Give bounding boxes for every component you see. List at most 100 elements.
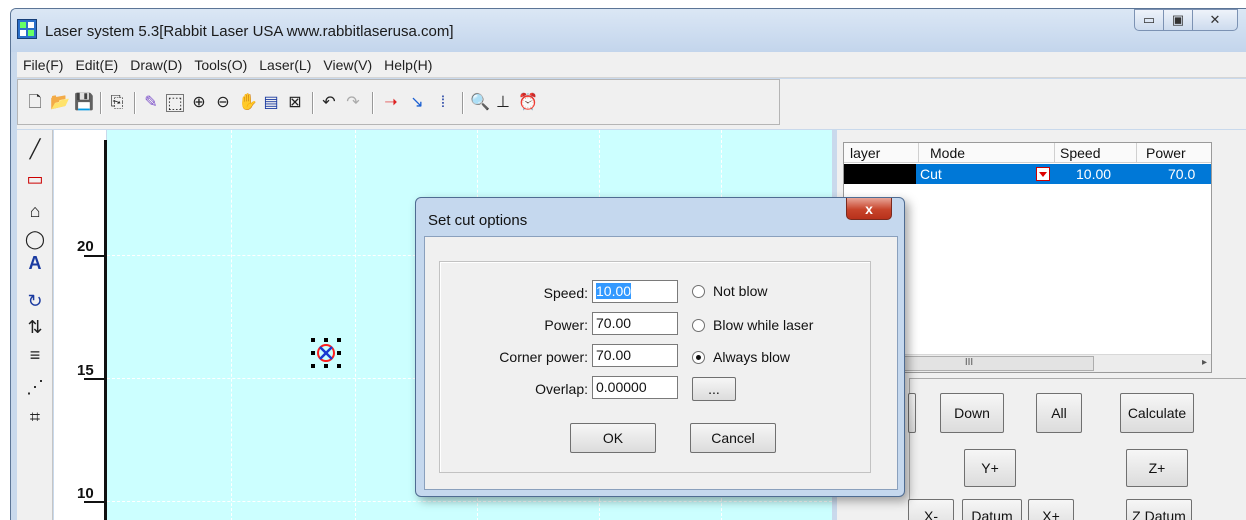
y-plus-button[interactable]: Y+ <box>964 449 1016 487</box>
radio-always-blow[interactable]: Always blow <box>692 349 790 365</box>
x-minus-button[interactable]: X- <box>908 499 954 520</box>
radio-button[interactable] <box>692 284 705 298</box>
radio-not-blow[interactable]: Not blow <box>692 283 767 299</box>
radio-blow-while-laser[interactable]: Blow while laser <box>692 317 813 333</box>
radio-button-selected[interactable] <box>692 350 705 364</box>
minimize-button[interactable]: ▭ <box>1134 9 1164 31</box>
up-button[interactable] <box>908 393 916 433</box>
overlap-label: Overlap: <box>535 381 588 397</box>
col-separator <box>918 143 919 163</box>
options-group: Speed: 10.00 Power: 70.00 Corner power: … <box>439 261 871 473</box>
arrow-diagonal-icon[interactable]: ↘ <box>408 94 426 112</box>
toolbar-separator <box>312 92 313 114</box>
fit-page-icon[interactable]: ▤ <box>262 94 280 112</box>
menu-help[interactable]: Help(H) <box>378 57 438 73</box>
layer-speed: 10.00 <box>1076 166 1112 182</box>
mirror-tool-icon[interactable]: ⇅ <box>17 316 53 338</box>
arrow-right-icon[interactable]: ➝ <box>382 94 400 112</box>
polyline-tool-icon[interactable]: ⌂ <box>17 200 53 222</box>
datum-button[interactable]: Datum <box>962 499 1022 520</box>
radio-button[interactable] <box>692 318 705 332</box>
grid-line <box>355 130 356 520</box>
crop-tool-icon[interactable]: ⌗ <box>17 406 53 428</box>
z-plus-button[interactable]: Z+ <box>1126 449 1188 487</box>
grid-line <box>107 501 832 502</box>
ellipse-tool-icon[interactable]: ◯ <box>17 228 53 250</box>
app-icon <box>17 19 37 39</box>
menu-view[interactable]: View(V) <box>317 57 378 73</box>
text-tool-icon[interactable]: A <box>17 252 53 274</box>
pan-hand-icon[interactable]: ✋ <box>238 94 258 112</box>
mode-dropdown-icon[interactable] <box>1036 167 1050 181</box>
rectangle-tool-icon[interactable]: ▭ <box>17 168 53 190</box>
vertical-ruler: 20 15 10 <box>54 130 107 520</box>
control-panel: Down All Calculate Y+ Z+ X- Datum X+ Z D… <box>908 378 1246 520</box>
speed-input[interactable]: 10.00 <box>592 280 678 303</box>
col-power[interactable]: Power <box>1146 145 1186 161</box>
node-edit-icon[interactable]: ⋰ <box>17 376 53 398</box>
toolbar-separator <box>100 92 101 114</box>
all-button[interactable]: All <box>1036 393 1082 433</box>
zoom-in-icon[interactable]: ⊕ <box>190 94 208 112</box>
toolbar-separator <box>372 92 373 114</box>
layer-table-header: layer Mode Speed Power <box>844 143 1211 163</box>
rotate-tool-icon[interactable]: ↻ <box>17 290 53 312</box>
drawing-tools: ╱ ▭ ⌂ ◯ A ↻ ⇅ ≡ ⋰ ⌗ <box>17 130 53 520</box>
toolbar-separator <box>134 92 135 114</box>
menu-draw[interactable]: Draw(D) <box>124 57 188 73</box>
down-button[interactable]: Down <box>940 393 1004 433</box>
col-mode[interactable]: Mode <box>930 145 965 161</box>
layer-color-swatch <box>844 164 916 184</box>
x-plus-button[interactable]: X+ <box>1028 499 1074 520</box>
overlap-input[interactable]: 0.00000 <box>592 376 678 399</box>
menu-bar: File(F) Edit(E) Draw(D) Tools(O) Laser(L… <box>17 52 1246 78</box>
cancel-button[interactable]: Cancel <box>690 423 776 453</box>
scroll-right-icon[interactable]: ▸ <box>1202 357 1207 368</box>
col-speed[interactable]: Speed <box>1060 145 1100 161</box>
ok-button[interactable]: OK <box>570 423 656 453</box>
preview-icon[interactable]: 🔍 <box>470 94 490 112</box>
overlap-more-button[interactable]: ... <box>692 377 736 401</box>
import-icon[interactable]: ⎘ <box>108 94 126 112</box>
grid-line <box>231 130 232 520</box>
maximize-button[interactable]: ▣ <box>1163 9 1193 31</box>
selected-object[interactable] <box>309 336 343 370</box>
undo-icon[interactable]: ↶ <box>320 94 338 112</box>
corner-power-input[interactable]: 70.00 <box>592 344 678 367</box>
table-row[interactable]: Cut 10.00 70.0 <box>844 164 1211 184</box>
array-icon[interactable]: ⁞ <box>434 94 452 112</box>
z-datum-button[interactable]: Z Datum <box>1126 499 1192 520</box>
set-cut-options-dialog: Set cut options x Speed: 10.00 Power: 70… <box>415 197 905 497</box>
ruler-label: 20 <box>77 238 94 255</box>
save-icon[interactable]: 💾 <box>74 94 94 112</box>
brush-icon[interactable]: ✎ <box>142 94 160 112</box>
toolbar: 🗋 📂 💾 ⎘ ✎ ⬚ ⊕ ⊖ ✋ ▤ ⊠ ↶ ↷ ➝ ↘ ⁞ 🔍 ⊥ ⏰ <box>17 79 1246 129</box>
close-button[interactable]: ✕ <box>1192 9 1238 31</box>
line-tool-icon[interactable]: ╱ <box>17 138 53 160</box>
speed-label: Speed: <box>543 285 588 301</box>
power-input[interactable]: 70.00 <box>592 312 678 335</box>
zoom-out-icon[interactable]: ⊖ <box>214 94 232 112</box>
zoom-box-icon[interactable]: ⊠ <box>286 94 304 112</box>
col-layer[interactable]: layer <box>850 145 880 161</box>
ruler-label: 15 <box>77 362 94 379</box>
dialog-close-button[interactable]: x <box>846 198 892 220</box>
select-icon[interactable]: ⬚ <box>166 94 184 112</box>
redo-icon[interactable]: ↷ <box>344 94 362 112</box>
layer-power: 70.0 <box>1168 166 1196 182</box>
align-tool-icon[interactable]: ≡ <box>17 344 53 366</box>
menu-file[interactable]: File(F) <box>17 57 69 73</box>
alarm-clock-icon[interactable]: ⏰ <box>518 94 538 112</box>
new-file-icon[interactable]: 🗋 <box>26 94 44 112</box>
menu-laser[interactable]: Laser(L) <box>253 57 317 73</box>
caption-buttons: ▭ ▣ ✕ <box>1134 9 1238 35</box>
menu-edit[interactable]: Edit(E) <box>69 57 124 73</box>
open-folder-icon[interactable]: 📂 <box>50 94 70 112</box>
radio-label: Blow while laser <box>713 317 814 333</box>
speed-value: 10.00 <box>596 283 632 299</box>
power-label: Power: <box>544 317 588 333</box>
calculate-button[interactable]: Calculate <box>1120 393 1194 433</box>
dialog-title: Set cut options <box>428 212 528 229</box>
measure-icon[interactable]: ⊥ <box>494 94 512 112</box>
menu-tools[interactable]: Tools(O) <box>188 57 253 73</box>
